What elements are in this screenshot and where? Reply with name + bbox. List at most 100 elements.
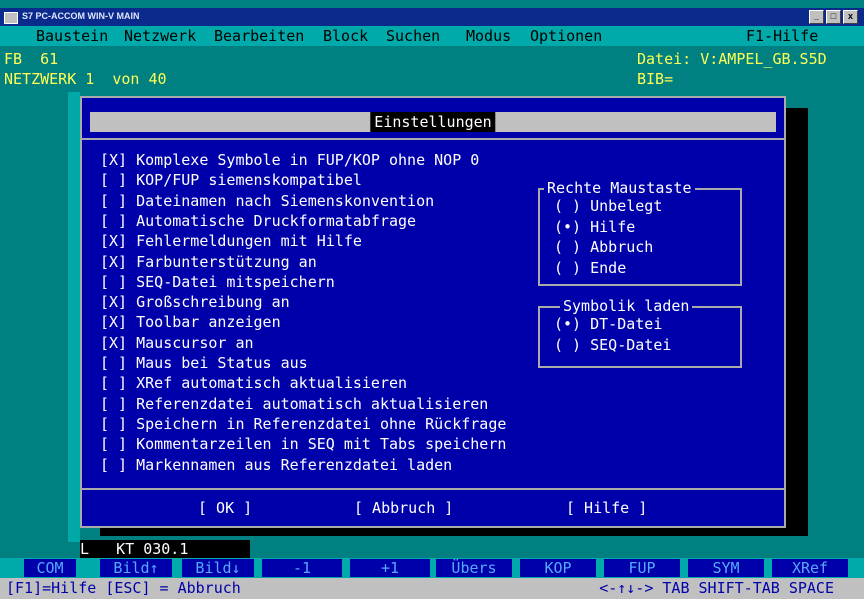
option-checkbox[interactable]: [X] Fehlermeldungen mit Hilfe <box>100 231 362 251</box>
fkey-plus-one[interactable]: +1 <box>350 559 430 577</box>
menu-block[interactable]: Block <box>323 26 368 46</box>
option-label: Fehlermeldungen mit Hilfe <box>136 232 362 251</box>
option-checkbox[interactable]: [ ] Speichern in Referenzdatei ohne Rück… <box>100 414 506 434</box>
checkbox-mark[interactable]: [ ] <box>100 273 127 291</box>
radio-option[interactable]: ( ) Ende <box>554 258 626 278</box>
checkbox-mark[interactable]: [ ] <box>100 395 127 413</box>
fkey-overview[interactable]: Übers <box>436 559 512 577</box>
fkey-fup[interactable]: FUP <box>604 559 680 577</box>
option-checkbox[interactable]: [ ] Dateinamen nach Siemenskonvention <box>100 191 434 211</box>
fkey-xref[interactable]: XRef <box>772 559 848 577</box>
menu-netzwerk[interactable]: Netzwerk <box>124 26 196 46</box>
radio-mark[interactable]: (•) <box>554 315 581 333</box>
radio-option[interactable]: ( ) Unbelegt <box>554 196 662 216</box>
help-button[interactable]: [ Hilfe ] <box>566 498 647 518</box>
menu-bearbeiten[interactable]: Bearbeiten <box>214 26 304 46</box>
checkbox-mark[interactable]: [X] <box>100 293 127 311</box>
option-checkbox[interactable]: [ ] SEQ-Datei mitspeichern <box>100 272 335 292</box>
radio-mark[interactable]: ( ) <box>554 259 581 277</box>
checkbox-mark[interactable]: [X] <box>100 232 127 250</box>
radio-option[interactable]: (•) Hilfe <box>554 217 635 237</box>
checkbox-mark[interactable]: [X] <box>100 151 127 169</box>
system-menu-icon[interactable] <box>4 12 18 24</box>
maximize-button[interactable]: □ <box>826 10 841 24</box>
option-label: SEQ-Datei mitspeichern <box>136 272 335 291</box>
divider <box>82 488 784 490</box>
radio-mark[interactable]: (•) <box>554 218 581 236</box>
radio-mark[interactable]: ( ) <box>554 238 581 256</box>
option-checkbox[interactable]: [ ] Kommentarzeilen in SEQ mit Tabs spei… <box>100 434 506 454</box>
kt-line: L KT 030.1 <box>80 540 250 558</box>
checkbox-mark[interactable]: [ ] <box>100 192 127 210</box>
block-label: FB 61 <box>4 50 59 68</box>
radio-mark[interactable]: ( ) <box>554 336 581 354</box>
radio-label: Hilfe <box>590 217 636 236</box>
checkbox-mark[interactable]: [ ] <box>100 354 127 372</box>
option-checkbox[interactable]: [X] Mauscursor an <box>100 333 254 353</box>
checkbox-mark[interactable]: [ ] <box>100 212 127 230</box>
close-button[interactable]: x <box>843 10 858 24</box>
option-checkbox[interactable]: [ ] KOP/FUP siemenskompatibel <box>100 170 362 190</box>
radio-label: Abbruch <box>590 238 654 256</box>
option-label: Komplexe Symbole in FUP/KOP ohne NOP 0 <box>136 151 480 169</box>
radio-option[interactable]: ( ) SEQ-Datei <box>554 335 671 355</box>
radio-mark[interactable]: ( ) <box>554 197 581 215</box>
fkey-page-down[interactable]: Bild↓ <box>182 559 254 577</box>
checkbox-mark[interactable]: [X] <box>100 334 127 352</box>
menu-bar: Baustein Netzwerk Bearbeiten Block Suche… <box>0 26 864 46</box>
option-checkbox[interactable]: [X] Großschreibung an <box>100 292 290 312</box>
option-checkbox[interactable]: [ ] Markennamen aus Referenzdatei laden <box>100 455 452 475</box>
checkbox-mark[interactable]: [X] <box>100 313 127 331</box>
divider <box>82 138 784 140</box>
right-mouse-label: Rechte Maustaste <box>544 178 695 198</box>
network-label: NETZWERK 1 von 40 <box>4 70 167 88</box>
checkbox-mark[interactable]: [ ] <box>100 415 127 433</box>
minimize-button[interactable]: _ <box>809 10 824 24</box>
status-bar: [F1]=Hilfe [ESC] = Abbruch <-↑↓-> TAB SH… <box>0 578 864 599</box>
option-checkbox[interactable]: [X] Toolbar anzeigen <box>100 312 281 332</box>
checkbox-mark[interactable]: [ ] <box>100 171 127 189</box>
option-label: XRef automatisch aktualisieren <box>136 374 408 393</box>
status-left: [F1]=Hilfe [ESC] = Abbruch <box>6 579 241 597</box>
option-checkbox[interactable]: [ ] Referenzdatei automatisch aktualisie… <box>100 394 488 414</box>
checkbox-mark[interactable]: [X] <box>100 253 127 271</box>
menu-baustein[interactable]: Baustein <box>36 26 108 46</box>
checkbox-mark[interactable]: [ ] <box>100 435 127 453</box>
fkey-sym[interactable]: SYM <box>688 559 764 577</box>
option-label: Farbunterstützung an <box>136 252 317 271</box>
symbolik-label: Symbolik laden <box>560 296 693 316</box>
option-checkbox[interactable]: [ ] Maus bei Status aus <box>100 353 308 373</box>
menu-suchen[interactable]: Suchen <box>386 26 440 46</box>
option-checkbox[interactable]: [ ] Automatische Druckformatabfrage <box>100 211 416 231</box>
fkey-com[interactable]: COM <box>24 559 76 577</box>
dialog-title: Einstellungen <box>370 112 496 132</box>
ok-button[interactable]: [ OK ] <box>198 498 252 518</box>
menu-optionen[interactable]: Optionen <box>530 26 602 46</box>
fkey-minus-one[interactable]: -1 <box>262 559 342 577</box>
settings-dialog: Einstellungen [X] Komplexe Symbole in FU… <box>80 96 786 528</box>
checkbox-mark[interactable]: [ ] <box>100 374 127 392</box>
option-label: Referenzdatei automatisch aktualisieren <box>136 394 489 413</box>
menu-modus[interactable]: Modus <box>466 26 511 46</box>
option-checkbox[interactable]: [X] Farbunterstützung an <box>100 252 317 272</box>
fkey-kop[interactable]: KOP <box>520 559 596 577</box>
option-checkbox[interactable]: [X] Komplexe Symbole in FUP/KOP ohne NOP… <box>100 150 479 170</box>
option-label: Automatische Druckformatabfrage <box>136 211 417 230</box>
fkey-page-up[interactable]: Bild↑ <box>100 559 172 577</box>
library-label: BIB= <box>637 70 674 88</box>
radio-option[interactable]: ( ) Abbruch <box>554 237 653 257</box>
cancel-button[interactable]: [ Abbruch ] <box>354 498 453 518</box>
option-checkbox[interactable]: [ ] XRef automatisch aktualisieren <box>100 373 407 393</box>
checkbox-mark[interactable]: [ ] <box>100 456 127 474</box>
radio-option[interactable]: (•) DT-Datei <box>554 314 662 334</box>
menu-help[interactable]: F1-Hilfe <box>746 26 818 46</box>
